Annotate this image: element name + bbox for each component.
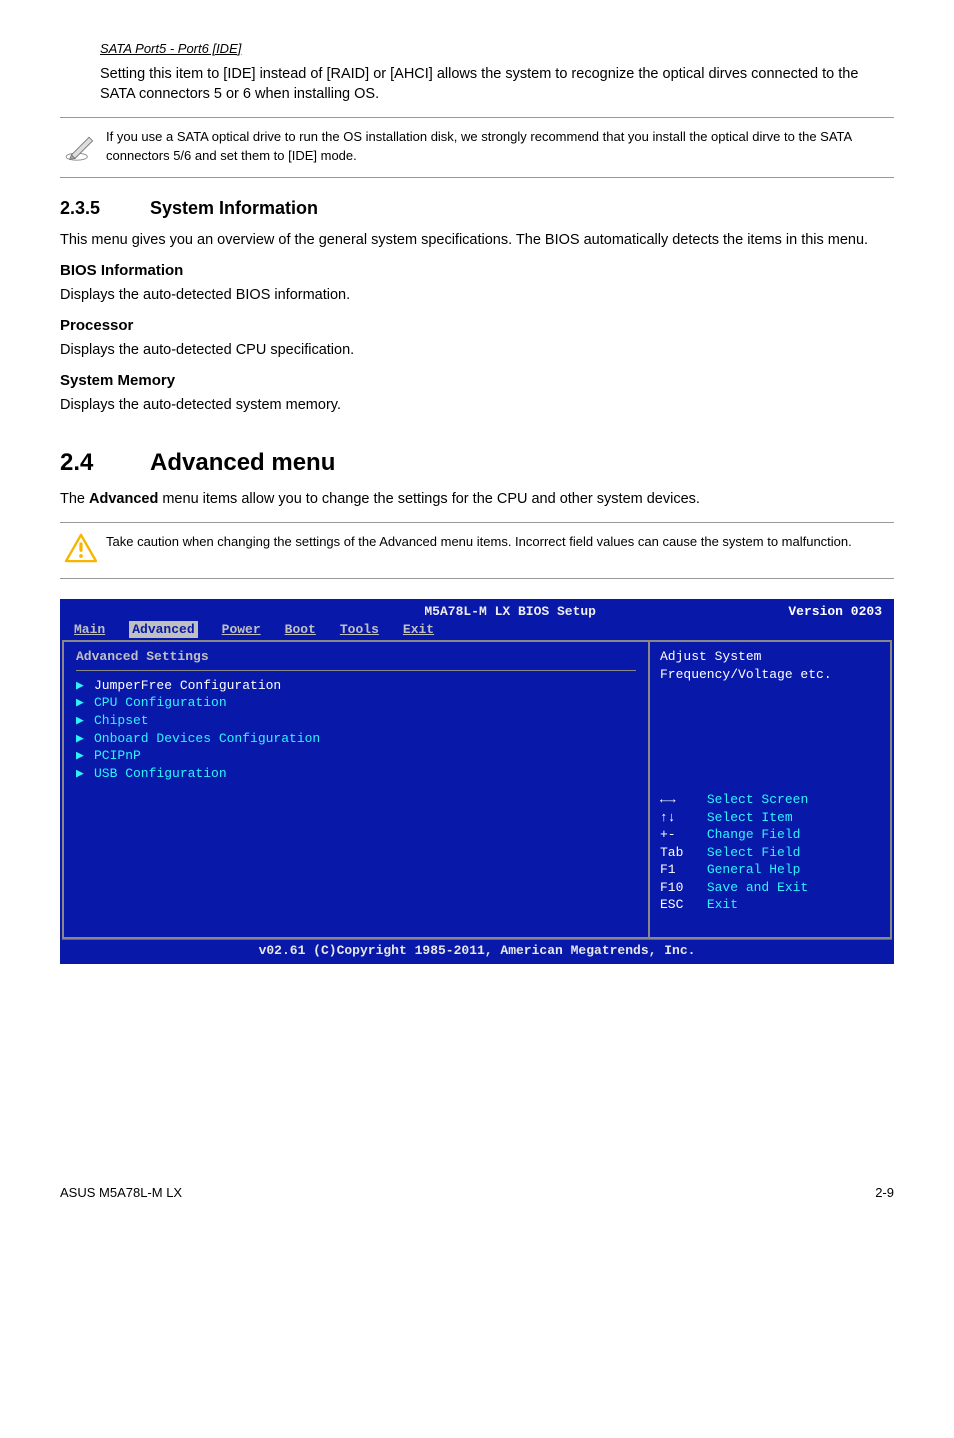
bios-body: Advanced Settings ▶JumperFree Configurat… xyxy=(62,640,892,939)
key-label: ↑↓ xyxy=(660,810,676,825)
system-memory-text: Displays the auto-detected system memory… xyxy=(60,395,894,415)
key-label: +- xyxy=(660,827,676,842)
key-desc: Save and Exit xyxy=(707,880,808,895)
key-desc: Select Item xyxy=(707,810,793,825)
key-desc: Change Field xyxy=(707,827,801,842)
key-label: F1 xyxy=(660,862,676,877)
footer-left: ASUS M5A78L-M LX xyxy=(60,1184,182,1202)
tab-advanced[interactable]: Advanced xyxy=(129,621,197,639)
section-2-3-5-intro: This menu gives you an overview of the g… xyxy=(60,230,894,250)
tab-main[interactable]: Main xyxy=(74,621,105,639)
menu-label: CPU Configuration xyxy=(94,695,227,710)
tab-tools[interactable]: Tools xyxy=(340,621,379,639)
key-desc: Exit xyxy=(707,897,738,912)
sata-port-heading: SATA Port5 - Port6 [IDE] xyxy=(100,40,894,58)
key-label: Tab xyxy=(660,845,683,860)
bios-setup-screen: M5A78L-M LX BIOS Setup Version 0203 Main… xyxy=(60,599,894,964)
caution-box: Take caution when changing the settings … xyxy=(60,522,894,580)
section-title: System Information xyxy=(150,198,318,218)
menu-label: Onboard Devices Configuration xyxy=(94,731,320,746)
menu-label: USB Configuration xyxy=(94,766,227,781)
bios-footer: v02.61 (C)Copyright 1985-2011, American … xyxy=(62,939,892,962)
system-memory-heading: System Memory xyxy=(60,370,894,391)
bios-version: Version 0203 xyxy=(788,603,882,621)
section-2-3-5-heading: 2.3.5System Information xyxy=(60,196,894,221)
processor-heading: Processor xyxy=(60,315,894,336)
section-number: 2.3.5 xyxy=(60,196,150,221)
page-footer: ASUS M5A78L-M LX 2-9 xyxy=(60,1184,894,1202)
bios-key-legend: ←→ Select Screen ↑↓ Select Item +- Chang… xyxy=(660,773,880,931)
menu-usb-config[interactable]: ▶USB Configuration xyxy=(76,765,636,783)
bios-divider xyxy=(76,670,636,671)
tab-exit[interactable]: Exit xyxy=(403,621,434,639)
tab-boot[interactable]: Boot xyxy=(285,621,316,639)
tab-power[interactable]: Power xyxy=(222,621,261,639)
key-desc: General Help xyxy=(707,862,801,877)
bios-tab-bar: Main Advanced Power Boot Tools Exit xyxy=(62,621,892,641)
caution-text: Take caution when changing the settings … xyxy=(106,533,852,552)
key-desc: Select Screen xyxy=(707,792,808,807)
intro-suffix: menu items allow you to change the setti… xyxy=(158,491,700,507)
key-desc: Select Field xyxy=(707,845,801,860)
intro-prefix: The xyxy=(60,491,89,507)
sata-port-body: Setting this item to [IDE] instead of [R… xyxy=(100,64,894,105)
menu-cpu-config[interactable]: ▶CPU Configuration xyxy=(76,694,636,712)
advanced-settings-title: Advanced Settings xyxy=(76,648,636,666)
menu-pcipnp[interactable]: ▶PCIPnP xyxy=(76,747,636,765)
menu-chipset[interactable]: ▶Chipset xyxy=(76,712,636,730)
bios-info-heading: BIOS Information xyxy=(60,260,894,281)
section-number: 2.4 xyxy=(60,446,150,480)
bios-help-text: Adjust System Frequency/Voltage etc. xyxy=(660,648,880,683)
key-label: ←→ xyxy=(660,792,676,807)
section-2-4-heading: 2.4Advanced menu xyxy=(60,446,894,480)
bios-right-panel: Adjust System Frequency/Voltage etc. ←→ … xyxy=(650,642,890,937)
section-2-4-intro: The Advanced menu items allow you to cha… xyxy=(60,489,894,509)
key-label: ESC xyxy=(660,897,683,912)
section-title: Advanced menu xyxy=(150,449,335,476)
note-box-ide: If you use a SATA optical drive to run t… xyxy=(60,117,894,179)
menu-label: JumperFree Configuration xyxy=(94,678,281,693)
key-label: F10 xyxy=(660,880,683,895)
note-text: If you use a SATA optical drive to run t… xyxy=(106,128,894,166)
footer-page-number: 2-9 xyxy=(875,1184,894,1202)
bios-header: M5A78L-M LX BIOS Setup Version 0203 Main… xyxy=(62,601,892,640)
bios-info-text: Displays the auto-detected BIOS informat… xyxy=(60,285,894,305)
menu-onboard-devices[interactable]: ▶Onboard Devices Configuration xyxy=(76,730,636,748)
pencil-icon xyxy=(60,128,106,168)
intro-bold: Advanced xyxy=(89,491,158,507)
menu-label: Chipset xyxy=(94,713,149,728)
processor-text: Displays the auto-detected CPU specifica… xyxy=(60,340,894,360)
menu-label: PCIPnP xyxy=(94,748,141,763)
warning-icon xyxy=(60,533,106,569)
menu-jumperfree[interactable]: ▶JumperFree Configuration xyxy=(76,677,636,695)
bios-left-panel: Advanced Settings ▶JumperFree Configurat… xyxy=(64,642,650,937)
bios-title: M5A78L-M LX BIOS Setup xyxy=(232,603,788,621)
